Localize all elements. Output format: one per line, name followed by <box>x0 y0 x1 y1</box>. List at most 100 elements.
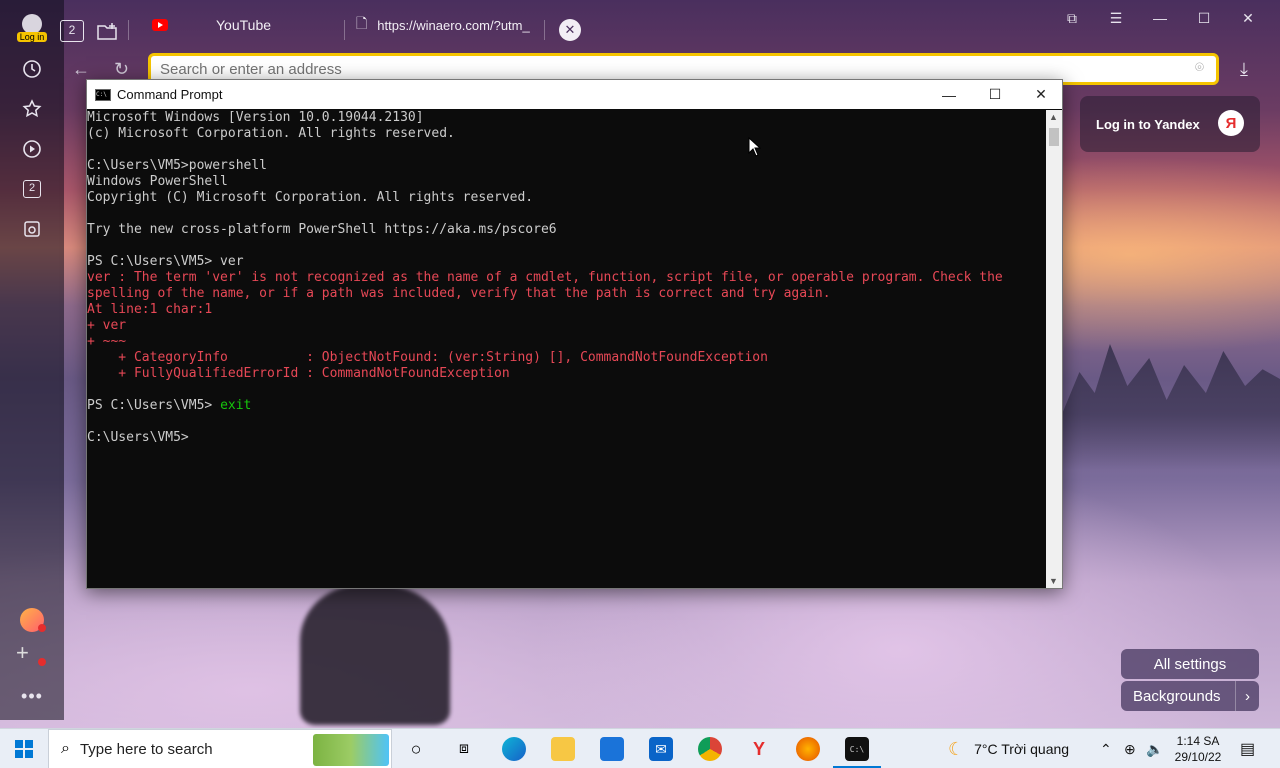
console-line-text: C:\Users\VM5>powershell <box>87 158 268 173</box>
tray-chevron-up-icon[interactable]: ⌃ <box>1100 729 1112 768</box>
windows-start-icon[interactable] <box>12 737 36 761</box>
new-tab-group-icon[interactable] <box>96 16 118 46</box>
console-line: C:\Users\VM5> <box>87 430 1047 446</box>
system-clock[interactable]: 1:14 SA 29/10/22 <box>1168 733 1228 765</box>
more-icon[interactable]: ••• <box>16 680 48 712</box>
cmd-close-icon[interactable]: ✕ <box>1018 80 1064 109</box>
tabs-count-icon[interactable]: 2 <box>16 173 48 205</box>
console-scrollbar[interactable]: ▲ ▼ <box>1046 110 1062 588</box>
all-settings-button[interactable]: All settings <box>1121 649 1259 679</box>
tab-winaero-label: https://winaero.com/?utm_ <box>377 17 530 33</box>
console-line-text: Microsoft Windows [Version 10.0.19044.21… <box>87 110 424 125</box>
console-line: PS C:\Users\VM5> ver <box>87 254 1047 270</box>
cmd-taskbar-icon[interactable]: C:\ <box>845 737 869 761</box>
console-line-text: C:\Users\VM5> <box>87 430 189 445</box>
menu-icon[interactable]: ☰ <box>1102 10 1130 30</box>
store-icon[interactable] <box>600 737 624 761</box>
tabs-count-label: 2 <box>23 180 41 198</box>
cortana-icon[interactable]: ○ <box>404 737 428 761</box>
search-highlight-image <box>313 734 389 766</box>
console-line: Copyright (C) Microsoft Corporation. All… <box>87 190 1047 206</box>
tab-youtube[interactable]: YouTube <box>152 10 332 40</box>
refresh-icon[interactable]: ↻ <box>114 59 129 80</box>
edge-icon[interactable] <box>502 737 526 761</box>
taskbar-search-label: Type here to search <box>79 740 213 758</box>
chrome-icon[interactable] <box>698 737 722 761</box>
notification-dot <box>38 624 46 632</box>
console-line: ver : The term 'ver' is not recognized a… <box>87 270 1047 286</box>
cmd-title: Command Prompt <box>117 87 223 102</box>
console-line: + ~~~ <box>87 334 1047 350</box>
console-command: exit <box>220 398 252 413</box>
console-line: Try the new cross-platform PowerShell ht… <box>87 222 1047 238</box>
tab-count-label: 2 <box>60 20 84 42</box>
close-window-icon[interactable]: ✕ <box>1234 10 1262 30</box>
login-avatar[interactable]: Log in <box>14 14 50 48</box>
user-icon <box>22 14 42 34</box>
cmd-app-icon: C:\ <box>95 88 111 101</box>
console-line-text: At line:1 char:1 <box>87 302 213 317</box>
console-line: spelling of the name, or if a path was i… <box>87 286 1047 302</box>
mail-icon[interactable]: ✉ <box>649 737 673 761</box>
taskbar-search[interactable]: ⌕ Type here to search <box>48 729 392 768</box>
history-icon[interactable] <box>16 53 48 85</box>
weather-widget[interactable]: ☾ 7°C Trời quang <box>948 729 1069 768</box>
console-line-text: + FullyQualifiedErrorId : CommandNotFoun… <box>87 366 510 381</box>
yandex-browser-icon[interactable]: Y <box>747 737 771 761</box>
cmd-titlebar[interactable]: C:\ Command Prompt — ☐ ✕ <box>87 80 1062 109</box>
screenshot-icon[interactable] <box>16 213 48 245</box>
tab-overview-icon[interactable]: 2 <box>60 16 84 46</box>
mouse-cursor-icon <box>748 137 762 157</box>
console-line: + FullyQualifiedErrorId : CommandNotFoun… <box>87 366 1047 382</box>
collections-icon[interactable]: ⧉ <box>1058 10 1086 30</box>
tab-close-icon[interactable]: ✕ <box>559 19 581 41</box>
back-icon[interactable]: ← <box>72 59 90 80</box>
console-line: Microsoft Windows [Version 10.0.19044.21… <box>87 110 1047 126</box>
clock-date: 29/10/22 <box>1174 750 1222 764</box>
maximize-icon[interactable]: ☐ <box>1190 10 1218 30</box>
volume-icon[interactable]: 🔈 <box>1146 729 1163 768</box>
console-line-text: Windows PowerShell <box>87 174 228 189</box>
add-icon[interactable]: + <box>16 640 29 666</box>
scroll-up-icon[interactable]: ▲ <box>1049 112 1058 122</box>
tab-winaero[interactable]: 🗋 https://winaero.com/?utm_ <box>356 10 546 40</box>
address-input[interactable] <box>160 60 1160 78</box>
cmd-maximize-icon[interactable]: ☐ <box>972 80 1018 109</box>
notifications-icon[interactable]: ▤ <box>1240 729 1255 768</box>
console-line: + CategoryInfo : ObjectNotFound: (ver:St… <box>87 350 1047 366</box>
command-prompt-window[interactable]: C:\ Command Prompt — ☐ ✕ Microsoft Windo… <box>86 79 1063 589</box>
task-view-icon[interactable]: ⧈ <box>452 737 476 761</box>
file-explorer-icon[interactable] <box>551 737 575 761</box>
browser-titlebar: 2 YouTube 🗋 https://winaero.com/?utm_ ✕ … <box>60 0 1280 50</box>
yandex-login-card[interactable]: Log in to Yandex Я <box>1080 96 1260 152</box>
backgrounds-label: Backgrounds <box>1133 687 1221 705</box>
network-icon[interactable]: ⊕ <box>1124 729 1136 768</box>
bookmarks-star-icon[interactable] <box>16 93 48 125</box>
download-icon[interactable]: ⤓ <box>1240 59 1248 80</box>
console-line-text: PS C:\Users\VM5> ver <box>87 254 244 269</box>
minimize-icon[interactable]: — <box>1146 10 1174 30</box>
tab-youtube-label: YouTube <box>216 17 272 33</box>
console-line-text: Copyright (C) Microsoft Corporation. All… <box>87 190 534 205</box>
backgrounds-button[interactable]: Backgrounds › <box>1121 681 1259 711</box>
console-line-text: Try the new cross-platform PowerShell ht… <box>87 222 557 237</box>
background-mountain <box>300 585 450 725</box>
all-settings-label: All settings <box>1153 655 1227 673</box>
yandex-logo-icon: Я <box>1218 110 1244 136</box>
scroll-down-icon[interactable]: ▼ <box>1049 576 1058 586</box>
weather-label: 7°C Trời quang <box>974 741 1070 757</box>
play-icon[interactable] <box>16 133 48 165</box>
scroll-thumb[interactable] <box>1049 128 1059 146</box>
yandex-login-label: Log in to Yandex <box>1096 116 1200 132</box>
alice-assistant-icon[interactable] <box>16 604 48 636</box>
firefox-icon[interactable] <box>796 737 820 761</box>
console-output[interactable]: Microsoft Windows [Version 10.0.19044.21… <box>87 110 1047 588</box>
camera-search-icon[interactable]: ⌾ <box>1195 59 1204 76</box>
cmd-minimize-icon[interactable]: — <box>926 80 972 109</box>
console-line: At line:1 char:1 <box>87 302 1047 318</box>
